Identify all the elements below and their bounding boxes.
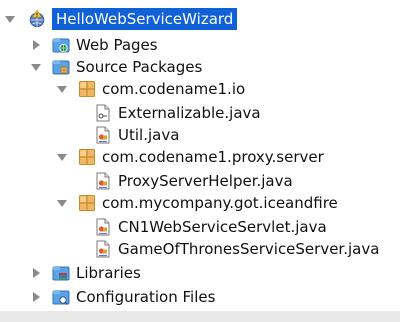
file-label: GameOfThronesServiceServer.java [118,240,380,258]
source-packages-label: Source Packages [76,58,203,76]
package-icon [78,194,96,212]
web-pages-label: Web Pages [76,36,158,54]
expanded-triangle-icon[interactable] [56,151,68,163]
tree-node-file[interactable]: Externalizable.java [94,102,261,124]
tree-node-file[interactable]: ProxyServerHelper.java [94,170,293,192]
file-label: ProxyServerHelper.java [118,172,293,190]
tree-node-project[interactable]: HelloWebServiceWizard [4,8,238,30]
expanded-triangle-icon[interactable] [30,61,42,73]
tree-node-package[interactable]: com.codename1.io [56,78,245,100]
configuration-files-label: Configuration Files [76,288,216,306]
source-packages-folder-icon [52,58,70,76]
libraries-label: Libraries [76,264,141,282]
package-label: com.mycompany.got.iceandfire [102,194,338,212]
tree-node-configuration-files[interactable]: Configuration Files [30,286,215,308]
expanded-triangle-icon[interactable] [56,83,68,95]
expanded-triangle-icon[interactable] [4,13,16,25]
project-tree: HelloWebServiceWizard Web Pages Source P… [0,0,400,322]
collapsed-triangle-icon[interactable] [30,267,42,279]
collapsed-triangle-icon[interactable] [30,39,42,51]
config-folder-icon [52,288,70,306]
package-label: com.codename1.proxy.server [102,148,324,166]
web-pages-folder-icon [52,36,70,54]
java-class-file-icon [94,172,112,190]
tree-node-package[interactable]: com.mycompany.got.iceandfire [56,192,338,214]
java-class-file-icon [94,218,112,236]
tree-node-file[interactable]: CN1WebServiceServlet.java [94,216,327,238]
package-icon [78,80,96,98]
file-label: Externalizable.java [118,104,261,122]
project-icon [28,9,46,28]
package-icon [78,148,96,166]
tree-node-libraries[interactable]: Libraries [30,262,141,284]
file-label: Util.java [118,126,180,144]
java-class-file-icon [94,240,112,258]
tree-node-web-pages[interactable]: Web Pages [30,34,158,56]
project-label[interactable]: HelloWebServiceWizard [52,8,238,30]
tree-node-package[interactable]: com.codename1.proxy.server [56,146,324,168]
libraries-folder-icon [52,264,70,282]
interface-file-icon [94,104,112,122]
file-label: CN1WebServiceServlet.java [118,218,327,236]
tree-node-source-packages[interactable]: Source Packages [30,56,202,78]
tree-node-file[interactable]: Util.java [94,124,179,146]
java-class-file-icon [94,126,112,144]
package-label: com.codename1.io [102,80,246,98]
collapsed-triangle-icon[interactable] [30,291,42,303]
tree-node-file[interactable]: GameOfThronesServiceServer.java [94,238,379,260]
panel-bottom-edge [0,311,400,322]
expanded-triangle-icon[interactable] [56,197,68,209]
